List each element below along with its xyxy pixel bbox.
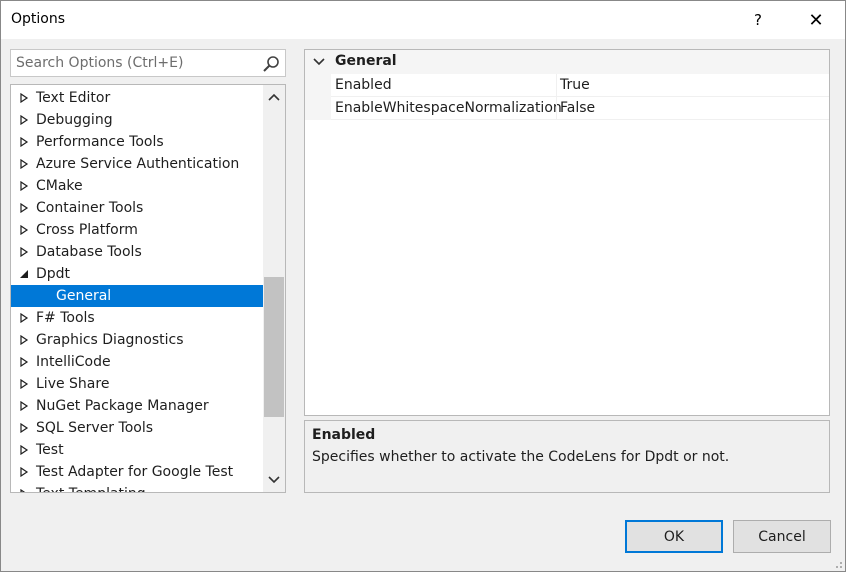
collapsed-triangle-icon[interactable]: [19, 247, 29, 257]
collapsed-triangle-icon[interactable]: [19, 181, 29, 191]
property-category-general[interactable]: General: [305, 50, 829, 74]
tree-item-debugging[interactable]: Debugging: [11, 109, 263, 131]
tree-list: Text Editor Debugging Performance Tools Azu…: [11, 87, 263, 493]
tree-item-label: Performance Tools: [36, 134, 164, 150]
collapsed-triangle-icon[interactable]: [19, 225, 29, 235]
tree-item-azure-service-authentication[interactable]: Azure Service Authentication: [11, 153, 263, 175]
collapsed-triangle-icon[interactable]: [19, 445, 29, 455]
tree-item-dpdt[interactable]: Dpdt: [11, 263, 263, 285]
cancel-button[interactable]: Cancel: [733, 520, 831, 553]
tree-item-label: IntelliCode: [36, 354, 111, 370]
tree-item-cross-platform[interactable]: Cross Platform: [11, 219, 263, 241]
tree-item-label: Graphics Diagnostics: [36, 332, 184, 348]
collapsed-triangle-icon[interactable]: [19, 423, 29, 433]
tree-item-cmake[interactable]: CMake: [11, 175, 263, 197]
tree-item-label: Database Tools: [36, 244, 142, 260]
collapsed-triangle-icon[interactable]: [19, 203, 29, 213]
tree-item-label: Cross Platform: [36, 222, 138, 238]
collapsed-triangle-icon[interactable]: [19, 115, 29, 125]
search-input[interactable]: [11, 50, 259, 76]
dialog-title: Options: [11, 11, 66, 27]
tree-item-label: NuGet Package Manager: [36, 398, 209, 414]
tree-item-test[interactable]: Test: [11, 439, 263, 461]
description-title: Enabled: [312, 427, 376, 443]
collapsed-triangle-icon[interactable]: [19, 401, 29, 411]
collapsed-triangle-icon[interactable]: [19, 313, 29, 323]
property-grid: General Enabled True EnableWhitespaceNor…: [304, 49, 830, 416]
chevron-down-icon[interactable]: [313, 58, 325, 66]
row-gutter: [305, 74, 331, 97]
collapsed-triangle-icon[interactable]: [19, 335, 29, 345]
property-value[interactable]: True: [560, 77, 590, 93]
tree-item-label: Container Tools: [36, 200, 144, 216]
title-bar: Options ? ✕: [1, 1, 845, 39]
tree-item-performance-tools[interactable]: Performance Tools: [11, 131, 263, 153]
search-icon[interactable]: [261, 54, 281, 74]
property-name: Enabled: [335, 77, 392, 93]
description-panel: Enabled Specifies whether to activate th…: [304, 420, 830, 493]
tree-item-label: CMake: [36, 178, 83, 194]
resize-grip-icon[interactable]: [831, 557, 843, 569]
tree-item-graphics-diagnostics[interactable]: Graphics Diagnostics: [11, 329, 263, 351]
tree-item-label: Debugging: [36, 112, 113, 128]
ok-button[interactable]: OK: [625, 520, 723, 553]
tree-item-label: Azure Service Authentication: [36, 156, 240, 172]
tree-item-sql-server-tools[interactable]: SQL Server Tools: [11, 417, 263, 439]
tree-item-label: SQL Server Tools: [36, 420, 154, 436]
expanded-triangle-icon[interactable]: [19, 269, 29, 279]
property-row-enabled[interactable]: Enabled True: [305, 74, 829, 97]
scroll-down-button[interactable]: [263, 470, 285, 490]
options-dialog: Options ? ✕ Text Editor Debugging Performa…: [0, 0, 846, 572]
row-gutter: [305, 97, 331, 120]
scroll-thumb[interactable]: [264, 277, 284, 417]
category-label: General: [335, 53, 397, 69]
tree-item-f-tools[interactable]: F# Tools: [11, 307, 263, 329]
options-tree: Text Editor Debugging Performance Tools Azu…: [10, 84, 286, 493]
chevron-up-icon: [268, 93, 280, 101]
property-row-enable-whitespace-normalization[interactable]: EnableWhitespaceNormalization False: [305, 97, 829, 120]
tree-item-nuget-package-manager[interactable]: NuGet Package Manager: [11, 395, 263, 417]
tree-item-intellicode[interactable]: IntelliCode: [11, 351, 263, 373]
collapsed-triangle-icon[interactable]: [19, 159, 29, 169]
tree-item-container-tools[interactable]: Container Tools: [11, 197, 263, 219]
column-divider[interactable]: [556, 74, 557, 97]
tree-item-label: General: [56, 288, 112, 304]
collapsed-triangle-icon[interactable]: [19, 93, 29, 103]
tree-item-label: Test: [36, 442, 64, 458]
tree-item-label: F# Tools: [36, 310, 95, 326]
collapsed-triangle-icon[interactable]: [19, 357, 29, 367]
collapsed-triangle-icon[interactable]: [19, 489, 29, 493]
property-name: EnableWhitespaceNormalization: [335, 100, 562, 116]
tree-item-label: Test Adapter for Google Test: [36, 464, 234, 480]
tree-item-label: Live Share: [36, 376, 110, 392]
chevron-down-icon: [268, 476, 280, 484]
search-box: [10, 49, 286, 77]
tree-item-database-tools[interactable]: Database Tools: [11, 241, 263, 263]
tree-item-test-adapter-for-google-test[interactable]: Test Adapter for Google Test: [11, 461, 263, 483]
property-value[interactable]: False: [560, 100, 595, 116]
collapsed-triangle-icon[interactable]: [19, 379, 29, 389]
column-divider[interactable]: [556, 97, 557, 120]
tree-item-label: Dpdt: [36, 266, 71, 282]
collapsed-triangle-icon[interactable]: [19, 467, 29, 477]
tree-item-text-editor[interactable]: Text Editor: [11, 87, 263, 109]
tree-item-text-templating[interactable]: Text Templating: [11, 483, 263, 493]
close-button[interactable]: ✕: [793, 1, 839, 39]
collapsed-triangle-icon[interactable]: [19, 137, 29, 147]
help-button[interactable]: ?: [735, 1, 781, 39]
tree-item-general[interactable]: General: [11, 285, 263, 307]
tree-item-label: Text Templating: [36, 483, 146, 492]
tree-item-label: Text Editor: [36, 90, 111, 106]
tree-item-live-share[interactable]: Live Share: [11, 373, 263, 395]
description-text: Specifies whether to activate the CodeLe…: [312, 449, 730, 465]
tree-scrollbar[interactable]: [263, 85, 285, 492]
scroll-up-button[interactable]: [263, 87, 285, 107]
